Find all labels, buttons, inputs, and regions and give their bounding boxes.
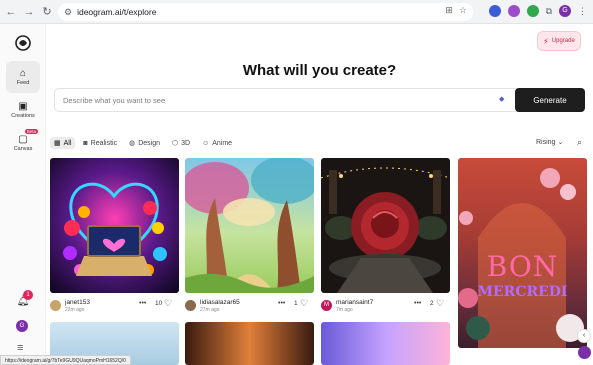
translate-icon[interactable]: ⊞	[445, 5, 453, 16]
heart-icon[interactable]: ♡	[436, 298, 444, 309]
gallery-card[interactable]: janet153 22m ago ••• 10 ♡	[50, 158, 179, 318]
more-options-icon[interactable]: •••	[278, 300, 285, 307]
card-timestamp: 22m ago	[65, 307, 85, 313]
card-username[interactable]: mariansaint7	[336, 299, 373, 306]
extension-icon-1[interactable]	[488, 5, 501, 17]
profile-avatar[interactable]: G	[559, 5, 571, 17]
filter-anime[interactable]: ☺ Anime	[198, 138, 236, 149]
sort-label: Rising	[536, 138, 556, 146]
gallery-card[interactable]: lidiasalazar65 27m ago ••• 1 ♡	[185, 158, 314, 318]
collapse-panel-icon[interactable]: ‹	[577, 329, 591, 343]
card-meta: janet153 22m ago ••• 10 ♡	[50, 296, 179, 318]
generate-button[interactable]: Generate	[515, 88, 585, 112]
generated-image-bon-mercredi[interactable]: BON MERCREDI	[458, 158, 587, 348]
sidebar: ⌂ Feed ▣ Creations Beta ▢ Canvas 🔔︎ 1 G …	[0, 24, 46, 365]
sidebar-item-label: Canvas	[13, 146, 33, 152]
notification-count-badge: 1	[23, 290, 33, 300]
anime-icon: ☺	[202, 139, 210, 147]
ideogram-logo-icon[interactable]	[15, 35, 31, 51]
palette-icon: ◍	[129, 140, 136, 147]
sidebar-item-feed[interactable]: ⌂ Feed	[6, 61, 40, 93]
generated-image-3d-letters[interactable]	[321, 322, 450, 365]
prompt-input[interactable]	[55, 89, 515, 111]
notifications-button[interactable]: 🔔︎ 1	[16, 290, 33, 310]
sidebar-item-label: Feed	[16, 80, 30, 86]
more-options-icon[interactable]: •••	[139, 300, 146, 307]
site-info-icon[interactable]: ⚙	[64, 7, 72, 18]
cube-icon: ⬡	[172, 140, 179, 147]
upgrade-button[interactable]: ⚡︎ Upgrade	[537, 31, 581, 51]
prompt-bar: ◆ Generate	[54, 88, 585, 112]
beta-badge: Beta	[24, 129, 38, 134]
status-bar-link: https://ideogram.ai/g/7bTe9GU9QUaqmoPmH1…	[0, 355, 131, 365]
page-title: What will you create?	[242, 62, 397, 79]
filter-label: Anime	[212, 139, 233, 147]
bookmark-star-icon[interactable]: ☆	[459, 5, 467, 16]
sidebar-item-canvas[interactable]: Beta ▢ Canvas	[6, 127, 40, 159]
browser-menu-icon[interactable]: ⋮	[578, 6, 587, 17]
sidebar-item-label: Creations	[11, 113, 35, 119]
address-url: ideogram.ai/t/explore	[77, 7, 157, 17]
address-bar[interactable]: ⚙ ideogram.ai/t/explore ⊞ ☆	[58, 3, 473, 21]
card-timestamp: 7m ago	[336, 307, 353, 313]
like-count: 1	[294, 300, 298, 307]
card-username[interactable]: janet153	[65, 299, 90, 306]
search-icon[interactable]: ⌕	[577, 137, 582, 148]
home-icon: ⌂	[19, 68, 27, 79]
help-chat-button[interactable]	[578, 346, 591, 359]
filter-label: Realistic	[90, 139, 118, 147]
magic-prompt-icon[interactable]: ◆	[499, 95, 504, 103]
generated-image-heart-laptop[interactable]	[50, 158, 179, 293]
upgrade-label: Upgrade	[551, 38, 575, 44]
filter-all[interactable]: ▦ All	[50, 137, 76, 149]
card-timestamp: 27m ago	[200, 307, 220, 313]
like-count: 2	[430, 300, 434, 307]
generated-image-painted-forest[interactable]	[185, 158, 314, 293]
grid-icon: ▦	[54, 140, 61, 147]
reload-icon[interactable]: ↻	[40, 5, 54, 19]
extensions-puzzle-icon[interactable]: ⧉	[546, 6, 552, 17]
gallery-card[interactable]: BON MERCREDI	[458, 158, 587, 348]
heart-icon[interactable]: ♡	[164, 298, 172, 309]
heart-icon[interactable]: ♡	[300, 298, 308, 309]
card-username[interactable]: lidiasalazar65	[200, 299, 240, 306]
generated-image-rose-garden[interactable]	[321, 158, 450, 293]
user-avatar[interactable]: G	[16, 320, 28, 332]
filter-design[interactable]: ◍ Design	[125, 137, 164, 149]
poster-title: BON	[486, 250, 559, 283]
poster-subtitle: MERCREDI	[477, 284, 568, 300]
gallery-card[interactable]	[185, 322, 314, 365]
card-meta: M mariansaint7 7m ago ••• 2 ♡	[321, 296, 450, 318]
filter-realistic[interactable]: ◙ Realistic	[79, 138, 121, 149]
filter-label: 3D	[181, 139, 191, 147]
hamburger-menu-icon[interactable]: ≡	[17, 342, 23, 354]
filter-3d[interactable]: ⬡ 3D	[168, 137, 194, 149]
filter-label: All	[63, 139, 72, 147]
canvas-icon: ▢	[18, 134, 28, 145]
avatar[interactable]	[185, 300, 196, 311]
category-filters: ▦ All ◙ Realistic ◍ Design ⬡ 3D ☺ Anime	[50, 136, 236, 150]
browser-toolbar: ← → ↻ ⚙ ideogram.ai/t/explore ⊞ ☆ ⧉ G ⋮	[0, 0, 593, 24]
generated-image-warm-light[interactable]	[185, 322, 314, 365]
chevron-down-icon: ⌄	[557, 139, 564, 146]
sort-dropdown[interactable]: Rising ⌄	[536, 138, 564, 147]
gallery-icon: ▣	[18, 101, 28, 112]
like-count: 10	[155, 300, 163, 307]
extension-icon-3[interactable]	[526, 5, 539, 17]
avatar[interactable]	[50, 300, 61, 311]
gallery-card[interactable]	[321, 322, 450, 365]
gallery-card[interactable]: M mariansaint7 7m ago ••• 2 ♡	[321, 158, 450, 318]
avatar[interactable]: M	[321, 300, 332, 311]
extension-icon-2[interactable]	[507, 5, 520, 17]
more-options-icon[interactable]: •••	[414, 300, 421, 307]
back-arrow-icon[interactable]: ←	[4, 5, 18, 19]
card-meta: lidiasalazar65 27m ago ••• 1 ♡	[185, 296, 314, 318]
forward-arrow-icon[interactable]: →	[22, 5, 36, 19]
lightning-bolt-icon: ⚡︎	[543, 36, 549, 46]
sidebar-item-creations[interactable]: ▣ Creations	[6, 94, 40, 126]
camera-icon: ◙	[83, 139, 88, 147]
filter-label: Design	[138, 139, 160, 147]
